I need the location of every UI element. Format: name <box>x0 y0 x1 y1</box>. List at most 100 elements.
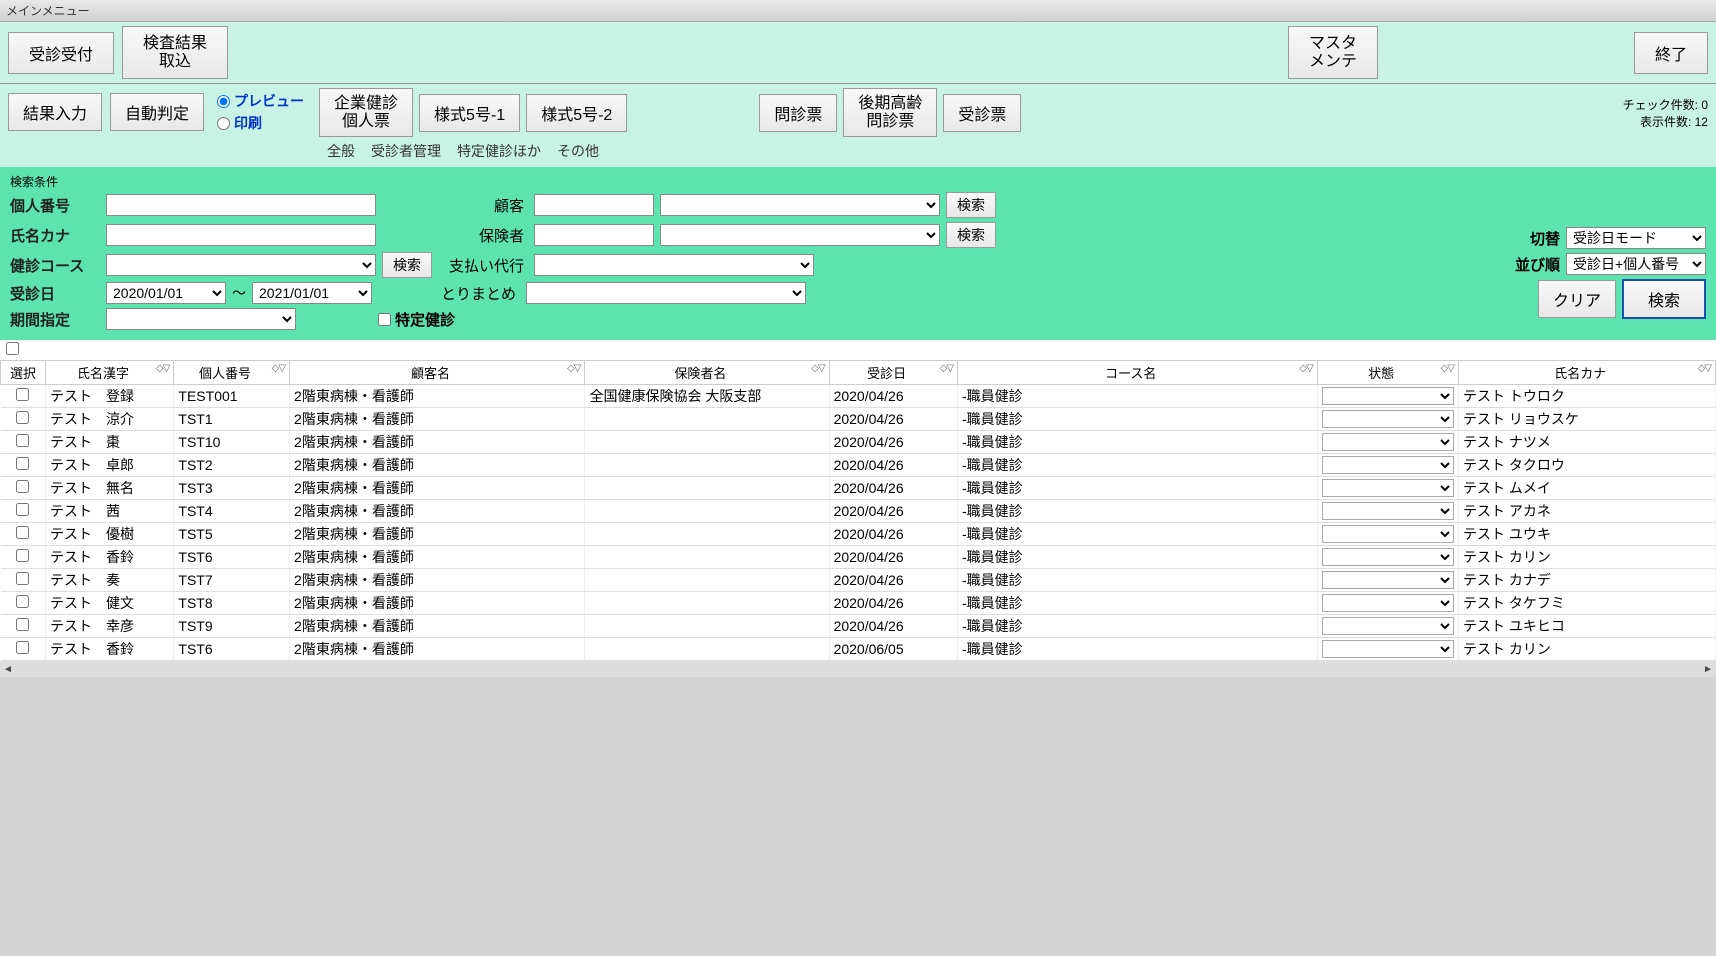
auto-judge-button[interactable]: 自動判定 <box>110 93 204 131</box>
cell-state[interactable] <box>1317 546 1458 569</box>
cell-state[interactable] <box>1317 638 1458 661</box>
print-radio[interactable]: 印刷 <box>217 113 304 133</box>
col-date[interactable]: 受診日◇▽ <box>829 361 957 385</box>
sort-icon[interactable]: ◇▽ <box>811 363 824 374</box>
col-select[interactable]: 選択 <box>1 361 46 385</box>
table-row[interactable]: テスト 無名TST32階東病棟・看護師2020/04/26-職員健診テスト ムメ… <box>1 477 1716 500</box>
insurer-code-input[interactable] <box>534 224 654 246</box>
monshin-button[interactable]: 問診票 <box>759 94 837 132</box>
row-checkbox[interactable] <box>16 388 29 401</box>
state-select[interactable] <box>1322 410 1454 428</box>
table-row[interactable]: テスト 優樹TST52階東病棟・看護師2020/04/26-職員健診テスト ユウ… <box>1 523 1716 546</box>
table-row[interactable]: テスト 香鈴TST62階東病棟・看護師2020/04/26-職員健診テスト カリ… <box>1 546 1716 569</box>
state-select[interactable] <box>1322 387 1454 405</box>
state-select[interactable] <box>1322 617 1454 635</box>
row-checkbox[interactable] <box>16 480 29 493</box>
col-kana[interactable]: 氏名カナ◇▽ <box>1459 361 1716 385</box>
col-client[interactable]: 顧客名◇▽ <box>290 361 585 385</box>
subtab-other[interactable]: その他 <box>549 139 607 163</box>
master-maint-button[interactable]: マスタ メンテ <box>1288 26 1378 79</box>
form5-1-button[interactable]: 様式5号-1 <box>419 94 520 132</box>
sort-icon[interactable]: ◇▽ <box>1299 363 1312 374</box>
kirikae-select[interactable]: 受診日モード <box>1566 227 1706 249</box>
table-row[interactable]: テスト 香鈴TST62階東病棟・看護師2020/06/05-職員健診テスト カリ… <box>1 638 1716 661</box>
state-select[interactable] <box>1322 640 1454 658</box>
state-select[interactable] <box>1322 571 1454 589</box>
row-checkbox[interactable] <box>16 434 29 447</box>
cell-state[interactable] <box>1317 592 1458 615</box>
row-checkbox[interactable] <box>16 618 29 631</box>
sort-icon[interactable]: ◇▽ <box>272 363 285 374</box>
kouki-monshin-button[interactable]: 後期高齢 問診票 <box>843 88 937 137</box>
sort-icon[interactable]: ◇▽ <box>940 363 953 374</box>
table-row[interactable]: テスト 奏TST72階東病棟・看護師2020/04/26-職員健診テスト カナデ <box>1 569 1716 592</box>
cell-state[interactable] <box>1317 385 1458 408</box>
subtab-general[interactable]: 全般 <box>319 139 363 163</box>
col-state[interactable]: 状態◇▽ <box>1317 361 1458 385</box>
select-all-checkbox[interactable] <box>6 342 19 355</box>
cell-state[interactable] <box>1317 454 1458 477</box>
company-sheet-button[interactable]: 企業健診 個人票 <box>319 88 413 137</box>
state-select[interactable] <box>1322 548 1454 566</box>
row-checkbox[interactable] <box>16 411 29 424</box>
col-kanji[interactable]: 氏名漢字◇▽ <box>45 361 173 385</box>
client-code-input[interactable] <box>534 194 654 216</box>
exit-button[interactable]: 終了 <box>1634 32 1708 74</box>
cell-state[interactable] <box>1317 408 1458 431</box>
state-select[interactable] <box>1322 594 1454 612</box>
row-checkbox[interactable] <box>16 595 29 608</box>
table-row[interactable]: テスト 登録TEST0012階東病棟・看護師全国健康保険協会 大阪支部2020/… <box>1 385 1716 408</box>
state-select[interactable] <box>1322 479 1454 497</box>
subtab-patient-mgmt[interactable]: 受診者管理 <box>363 139 449 163</box>
row-checkbox[interactable] <box>16 526 29 539</box>
scroll-right-icon[interactable]: ► <box>1700 664 1716 675</box>
result-entry-button[interactable]: 結果入力 <box>8 93 102 131</box>
state-select[interactable] <box>1322 502 1454 520</box>
summary-select[interactable] <box>526 282 806 304</box>
cell-state[interactable] <box>1317 477 1458 500</box>
col-insurer[interactable]: 保険者名◇▽ <box>585 361 829 385</box>
sort-icon[interactable]: ◇▽ <box>156 363 169 374</box>
payproxy-select[interactable] <box>534 254 814 276</box>
row-checkbox[interactable] <box>16 457 29 470</box>
state-select[interactable] <box>1322 525 1454 543</box>
date-to-select[interactable]: 2021/01/01 <box>252 282 372 304</box>
table-row[interactable]: テスト 茜TST42階東病棟・看護師2020/04/26-職員健診テスト アカネ <box>1 500 1716 523</box>
insurer-search-button[interactable]: 検索 <box>946 222 996 248</box>
narabi-select[interactable]: 受診日+個人番号 <box>1566 253 1706 275</box>
state-select[interactable] <box>1322 456 1454 474</box>
jushin-button[interactable]: 受診票 <box>943 94 1021 132</box>
date-from-select[interactable]: 2020/01/01 <box>106 282 226 304</box>
horizontal-scrollbar[interactable]: ◄ ► <box>0 661 1716 677</box>
cell-state[interactable] <box>1317 500 1458 523</box>
reception-button[interactable]: 受診受付 <box>8 32 114 74</box>
row-checkbox[interactable] <box>16 503 29 516</box>
preview-radio[interactable]: プレビュー <box>217 91 304 111</box>
table-row[interactable]: テスト 棗TST102階東病棟・看護師2020/04/26-職員健診テスト ナツ… <box>1 431 1716 454</box>
cell-state[interactable] <box>1317 431 1458 454</box>
pno-input[interactable] <box>106 194 376 216</box>
table-row[interactable]: テスト 涼介TST12階東病棟・看護師2020/04/26-職員健診テスト リョ… <box>1 408 1716 431</box>
course-select[interactable] <box>106 254 376 276</box>
client-search-button[interactable]: 検索 <box>946 192 996 218</box>
row-checkbox[interactable] <box>16 549 29 562</box>
col-course[interactable]: コース名◇▽ <box>958 361 1318 385</box>
cell-state[interactable] <box>1317 615 1458 638</box>
insurer-select[interactable] <box>660 224 940 246</box>
col-pno[interactable]: 個人番号◇▽ <box>174 361 290 385</box>
subtab-tokutei[interactable]: 特定健診ほか <box>449 139 549 163</box>
sort-icon[interactable]: ◇▽ <box>567 363 580 374</box>
cell-state[interactable] <box>1317 569 1458 592</box>
main-search-button[interactable]: 検索 <box>1622 279 1706 319</box>
sort-icon[interactable]: ◇▽ <box>1698 363 1711 374</box>
client-select[interactable] <box>660 194 940 216</box>
scroll-left-icon[interactable]: ◄ <box>0 664 16 675</box>
row-checkbox[interactable] <box>16 641 29 654</box>
table-row[interactable]: テスト 健文TST82階東病棟・看護師2020/04/26-職員健診テスト タケ… <box>1 592 1716 615</box>
tokutei-checkbox[interactable]: 特定健診 <box>378 309 455 330</box>
table-row[interactable]: テスト 幸彦TST92階東病棟・看護師2020/04/26-職員健診テスト ユキ… <box>1 615 1716 638</box>
sort-icon[interactable]: ◇▽ <box>1441 363 1454 374</box>
cell-state[interactable] <box>1317 523 1458 546</box>
kana-input[interactable] <box>106 224 376 246</box>
row-checkbox[interactable] <box>16 572 29 585</box>
